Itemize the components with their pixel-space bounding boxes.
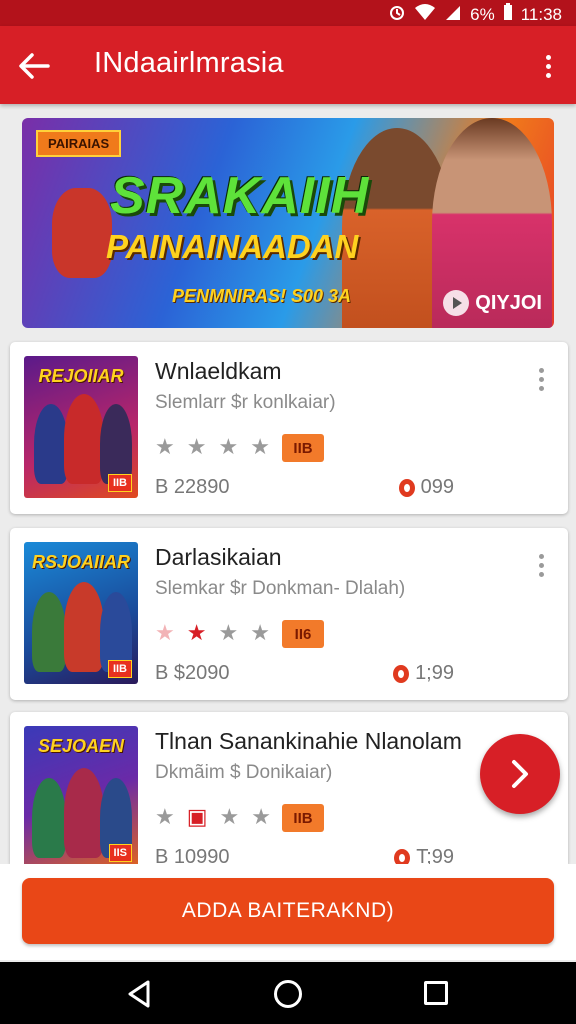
thumb-figure: [64, 394, 104, 484]
thumb-figure: [64, 582, 104, 672]
chevron-right-icon: [512, 760, 528, 788]
rating-badge: IIB: [282, 434, 324, 462]
price: T;99: [394, 846, 454, 864]
promo-banner[interactable]: PAIRAIAS SRAKAIIH PAINAINAADAN PENMNIRAS…: [22, 118, 554, 328]
star-icon: ★: [218, 620, 239, 645]
star-icon: ★: [155, 434, 175, 459]
thumb-title: REJOIIAR: [38, 366, 124, 386]
download-count: B $2090: [155, 662, 230, 684]
banner-subtitle: PAINAINAADAN: [106, 228, 359, 265]
game-thumbnail: RSJOAIIAR IIB: [24, 542, 138, 684]
banner-footer: PENMNIRAS! S00 3A: [172, 286, 352, 306]
signal-icon: [444, 3, 462, 26]
game-subtitle: Slemkar $r Donkman- Dlalah): [155, 578, 406, 599]
rating-badge: IIB: [282, 804, 324, 832]
app-bar: INdaairlmrasia: [0, 26, 576, 104]
game-thumbnail: SEJOAEN IIS: [24, 726, 138, 864]
game-title: Tlnan Sanankinahie Nlanolam: [155, 728, 462, 754]
next-fab-button[interactable]: [480, 734, 560, 814]
thumb-badge: IIB: [107, 660, 132, 678]
alarm-icon: [388, 3, 406, 26]
hero-character-left: [52, 188, 112, 278]
star-half-icon: ★: [251, 804, 271, 829]
dot-icon: [545, 72, 551, 78]
thumb-badge: IIB: [107, 474, 132, 492]
price-value: 099: [420, 476, 454, 498]
banner-tag: PAIRAIAS: [36, 130, 122, 157]
game-subtitle: Slemlarr $r konlkaiar): [155, 392, 336, 413]
card-menu-button[interactable]: [536, 368, 546, 398]
page-title: INdaairlmrasia: [94, 47, 284, 79]
coin-icon: [394, 848, 411, 864]
banner-play-button[interactable]: QIYJOI: [443, 290, 542, 316]
dot-icon: [538, 386, 544, 391]
thumb-figure: [32, 592, 66, 672]
price-value: T;99: [416, 846, 454, 864]
coin-icon: [398, 478, 415, 497]
thumb-figure: [32, 778, 66, 858]
game-thumbnail: REJOIIAR IIB: [24, 356, 138, 498]
overflow-menu-button[interactable]: [538, 48, 558, 84]
primary-action-button[interactable]: ADDA BAITERAKND): [22, 878, 554, 944]
rating-badge: II6: [282, 620, 324, 648]
arrow-left-icon: [19, 53, 50, 79]
banner-play-label: QIYJOI: [475, 291, 542, 314]
price: 1;99: [393, 662, 454, 685]
star-icon: ▣: [186, 804, 208, 829]
star-icon: ★: [218, 434, 239, 459]
battery-percent: 6%: [470, 4, 495, 24]
download-count: B 10990: [155, 846, 230, 864]
dot-icon: [545, 54, 551, 60]
download-count: B 22890: [155, 476, 230, 498]
nav-home-icon[interactable]: [274, 980, 302, 1008]
banner-title: SRAKAIIH: [110, 167, 370, 225]
star-half-icon: ★: [250, 434, 270, 459]
star-half-icon: ★: [250, 620, 270, 645]
thumb-figure: [100, 404, 132, 484]
status-bar: 6% 11:38: [0, 0, 576, 26]
star-rating: ★ ★ ★ ★: [155, 620, 270, 646]
game-title: Darlasikaian: [155, 544, 282, 570]
battery-icon: [503, 3, 513, 26]
thumb-title: SEJOAEN: [37, 736, 125, 756]
dot-icon: [538, 572, 544, 577]
dot-icon: [538, 563, 544, 568]
star-icon: ★: [155, 620, 175, 645]
dot-icon: [545, 63, 551, 69]
wifi-icon: [414, 3, 436, 26]
star-icon: ★: [155, 804, 175, 829]
star-icon: ★: [186, 620, 207, 645]
dot-icon: [538, 368, 544, 373]
system-nav-bar: [0, 962, 576, 1024]
price-value: 1;99: [415, 662, 454, 684]
dot-icon: [538, 554, 544, 559]
back-button[interactable]: [16, 48, 52, 84]
star-icon: ★: [186, 434, 207, 459]
thumb-badge: IIS: [108, 844, 132, 862]
dot-icon: [538, 377, 544, 382]
price: 099: [398, 476, 454, 499]
play-icon: [443, 290, 470, 316]
thumb-title: RSJOAIIAR: [31, 552, 130, 572]
card-menu-button[interactable]: [536, 554, 546, 584]
thumb-figure: [34, 404, 68, 484]
star-rating: ★ ▣ ★ ★: [155, 804, 271, 830]
star-rating: ★ ★ ★ ★: [155, 434, 270, 460]
star-icon: ★: [219, 804, 240, 829]
nav-recents-icon[interactable]: [424, 981, 448, 1005]
thumb-figure: [64, 768, 104, 858]
clock-time: 11:38: [520, 4, 562, 24]
game-subtitle: Dkmãim $ Donikaiar): [155, 762, 333, 783]
coin-icon: [393, 664, 410, 683]
game-title: Wnlaeldkam: [155, 358, 282, 384]
game-card[interactable]: RSJOAIIAR IIB Darlasikaian Slemkar $r Do…: [10, 528, 568, 700]
nav-back-icon[interactable]: [124, 978, 156, 1010]
game-card[interactable]: REJOIIAR IIB Wnlaeldkam Slemlarr $r konl…: [10, 342, 568, 514]
